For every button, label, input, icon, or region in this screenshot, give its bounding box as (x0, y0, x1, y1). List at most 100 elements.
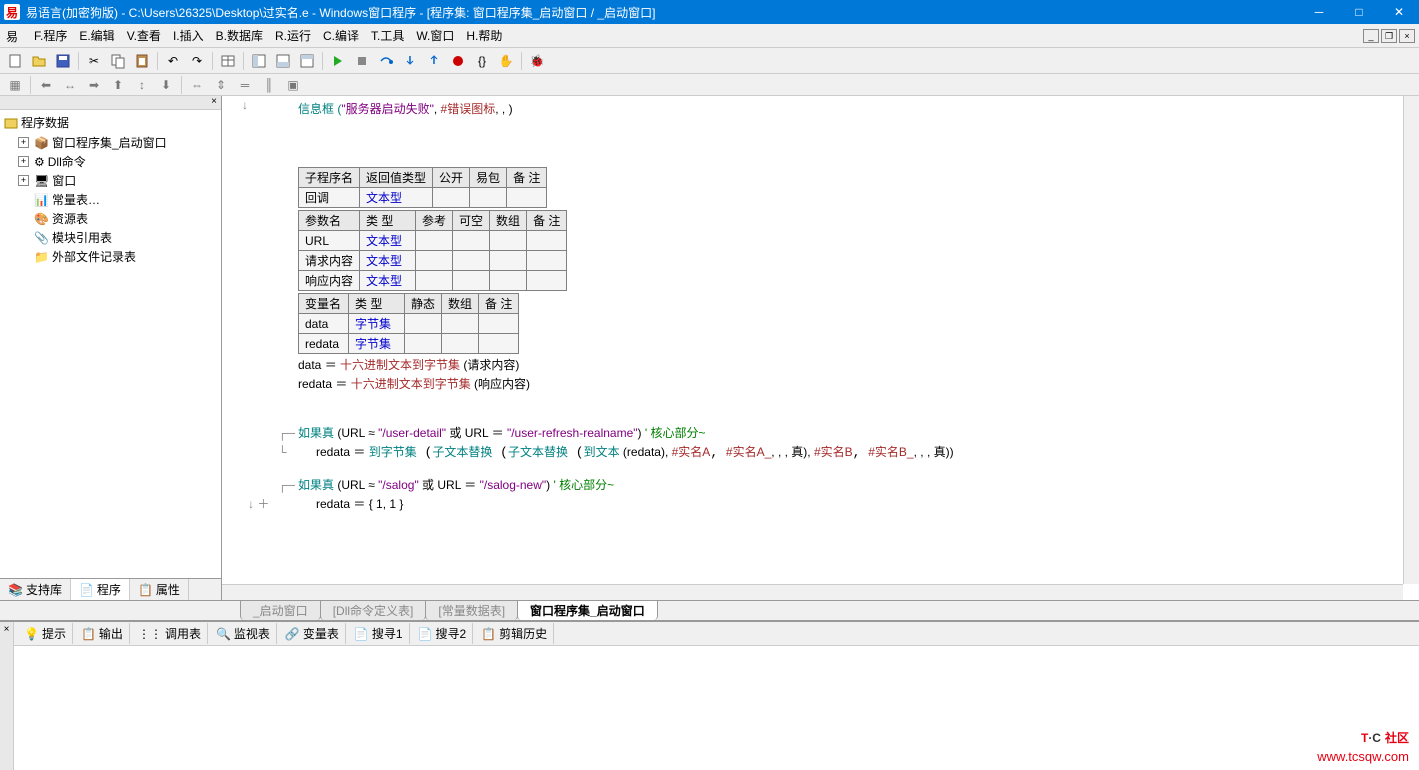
menu-file[interactable]: F.程序 (28, 25, 73, 46)
tab-window-program-set[interactable]: 窗口程序集_启动窗口 (517, 600, 658, 620)
mdi-minimize-button[interactable]: _ (1363, 29, 1379, 43)
left-panel: × 程序数据 +📦窗口程序集_启动窗口+⚙Dll命令+🖥窗口📊常量表…🎨资源表📎… (0, 96, 222, 600)
mdi-close-button[interactable]: × (1399, 29, 1415, 43)
panel-close-button[interactable]: × (0, 96, 221, 110)
menu-view[interactable]: V.查看 (121, 25, 167, 46)
cut-icon[interactable]: ✂ (83, 50, 105, 72)
align-tool-icon[interactable]: ▦ (4, 74, 26, 96)
tab-support-lib[interactable]: 📚支持库 (0, 579, 71, 600)
tree-item-3[interactable]: 📊常量表… (4, 190, 217, 209)
maximize-button[interactable]: □ (1339, 0, 1379, 24)
menu-tool[interactable]: T.工具 (365, 25, 410, 46)
tab-dll-commands[interactable]: [Dll命令定义表] (320, 600, 427, 620)
braces-icon[interactable]: {} (471, 50, 493, 72)
tree-root[interactable]: 程序数据 (4, 114, 217, 131)
hand-icon[interactable]: ✋ (495, 50, 517, 72)
same-height-icon[interactable]: ║ (258, 74, 280, 96)
step-over-icon[interactable] (375, 50, 397, 72)
menu-compile[interactable]: C.编译 (317, 25, 365, 46)
align-center-h-icon[interactable]: ↔ (59, 74, 81, 96)
tree-item-icon: ⚙ (34, 155, 45, 169)
layout2-icon[interactable] (272, 50, 294, 72)
mdi-restore-button[interactable]: ❐ (1381, 29, 1397, 43)
align-center-v-icon[interactable]: ↕ (131, 74, 153, 96)
secondary-toolbar: ▦ ⬅ ↔ ➡ ⬆ ↕ ⬇ ⇔ ⇕ ═ ║ ▣ (0, 74, 1419, 96)
bottom-panel-content: T·C社区 www.tcsqw.com (14, 646, 1419, 770)
tab-start-window[interactable]: _启动窗口 (240, 600, 321, 620)
new-file-icon[interactable] (4, 50, 26, 72)
tab-property[interactable]: 📋属性 (130, 579, 189, 600)
menu-database[interactable]: B.数据库 (210, 25, 269, 46)
tab-clip-history[interactable]: 📋剪辑历史 (475, 623, 554, 644)
tab-hint[interactable]: 💡提示 (18, 623, 73, 644)
paste-icon[interactable] (131, 50, 153, 72)
expand-icon[interactable]: + (18, 137, 29, 148)
tree-item-icon: 📁 (34, 250, 49, 264)
horizontal-scrollbar[interactable] (222, 584, 1403, 600)
menu-insert[interactable]: I.插入 (167, 25, 210, 46)
expand-icon[interactable]: + (18, 175, 29, 186)
project-tree[interactable]: 程序数据 +📦窗口程序集_启动窗口+⚙Dll命令+🖥窗口📊常量表…🎨资源表📎模块… (0, 110, 221, 578)
code-editor[interactable]: ↓ 信息框 ("服务器启动失败", #错误图标, , ) 子程序名返回值类型公开… (222, 96, 1419, 600)
main-toolbar: ✂ ↶ ↷ {} ✋ 🐞 (0, 48, 1419, 74)
step-into-icon[interactable] (399, 50, 421, 72)
open-file-icon[interactable] (28, 50, 50, 72)
redo-icon[interactable]: ↷ (186, 50, 208, 72)
tree-item-0[interactable]: +📦窗口程序集_启动窗口 (4, 133, 217, 152)
bug-icon[interactable]: 🐞 (526, 50, 548, 72)
tab-constants[interactable]: [常量数据表] (425, 600, 518, 620)
undo-icon[interactable]: ↶ (162, 50, 184, 72)
run-icon[interactable] (327, 50, 349, 72)
menu-help[interactable]: H.帮助 (460, 25, 508, 46)
tab-callstack[interactable]: ⋮⋮调用表 (132, 623, 208, 644)
copy-icon[interactable] (107, 50, 129, 72)
tree-item-5[interactable]: 📎模块引用表 (4, 228, 217, 247)
menu-bar: 易 F.程序 E.编辑 V.查看 I.插入 B.数据库 R.运行 C.编译 T.… (0, 24, 1419, 48)
left-panel-tabs: 📚支持库 📄程序 📋属性 (0, 578, 221, 600)
space-v-icon[interactable]: ⇕ (210, 74, 232, 96)
subroutine-table[interactable]: 子程序名返回值类型公开易包备 注 回调文本型 (298, 167, 547, 208)
tab-output[interactable]: 📋输出 (75, 623, 130, 644)
minimize-button[interactable]: ─ (1299, 0, 1339, 24)
menu-edit[interactable]: E.编辑 (73, 25, 120, 46)
tree-item-6[interactable]: 📁外部文件记录表 (4, 247, 217, 266)
save-file-icon[interactable] (52, 50, 74, 72)
align-right-icon[interactable]: ➡ (83, 74, 105, 96)
tree-item-label: Dll命令 (48, 153, 86, 170)
align-left-icon[interactable]: ⬅ (35, 74, 57, 96)
tree-item-1[interactable]: + ⚙Dll命令 (4, 152, 217, 171)
space-h-icon[interactable]: ⇔ (186, 74, 208, 96)
menu-window[interactable]: W.窗口 (410, 25, 460, 46)
tab-program[interactable]: 📄程序 (71, 579, 130, 600)
app-icon: 易 (6, 28, 22, 44)
expand-icon[interactable]: + (18, 156, 29, 167)
app-logo-icon: 易 (4, 4, 20, 20)
same-width-icon[interactable]: ═ (234, 74, 256, 96)
bottom-panel-close-icon[interactable]: × (0, 622, 14, 770)
vertical-scrollbar[interactable] (1403, 96, 1419, 584)
tree-root-label: 程序数据 (21, 114, 69, 131)
align-top-icon[interactable]: ⬆ (107, 74, 129, 96)
menu-run[interactable]: R.运行 (269, 25, 317, 46)
tab-search1[interactable]: 📄搜寻1 (348, 623, 410, 644)
stop-icon[interactable] (351, 50, 373, 72)
step-out-icon[interactable] (423, 50, 445, 72)
title-bar: 易 易语言(加密狗版) - C:\Users\26325\Desktop\过实名… (0, 0, 1419, 24)
tree-item-2[interactable]: +🖥窗口 (4, 171, 217, 190)
align-bottom-icon[interactable]: ⬇ (155, 74, 177, 96)
layout3-icon[interactable] (296, 50, 318, 72)
params-table[interactable]: 参数名类 型参考可空数组备 注 URL文本型请求内容文本型响应内容文本型 (298, 210, 567, 291)
close-button[interactable]: ✕ (1379, 0, 1419, 24)
bottom-panel-tabs: 💡提示 📋输出 ⋮⋮调用表 🔍监视表 🔗变量表 📄搜寻1 📄搜寻2 📋剪辑历史 (14, 622, 1419, 646)
tab-variables[interactable]: 🔗变量表 (279, 623, 346, 644)
vars-table[interactable]: 变量名类 型静态数组备 注 data字节集redata字节集 (298, 293, 519, 354)
same-size-icon[interactable]: ▣ (282, 74, 304, 96)
tree-item-4[interactable]: 🎨资源表 (4, 209, 217, 228)
table-icon[interactable] (217, 50, 239, 72)
tree-item-label: 常量表… (52, 191, 100, 208)
editor-tabs: _启动窗口 [Dll命令定义表] [常量数据表] 窗口程序集_启动窗口 (0, 600, 1419, 620)
breakpoint-icon[interactable] (447, 50, 469, 72)
layout1-icon[interactable] (248, 50, 270, 72)
tab-search2[interactable]: 📄搜寻2 (412, 623, 474, 644)
tab-watch[interactable]: 🔍监视表 (210, 623, 277, 644)
